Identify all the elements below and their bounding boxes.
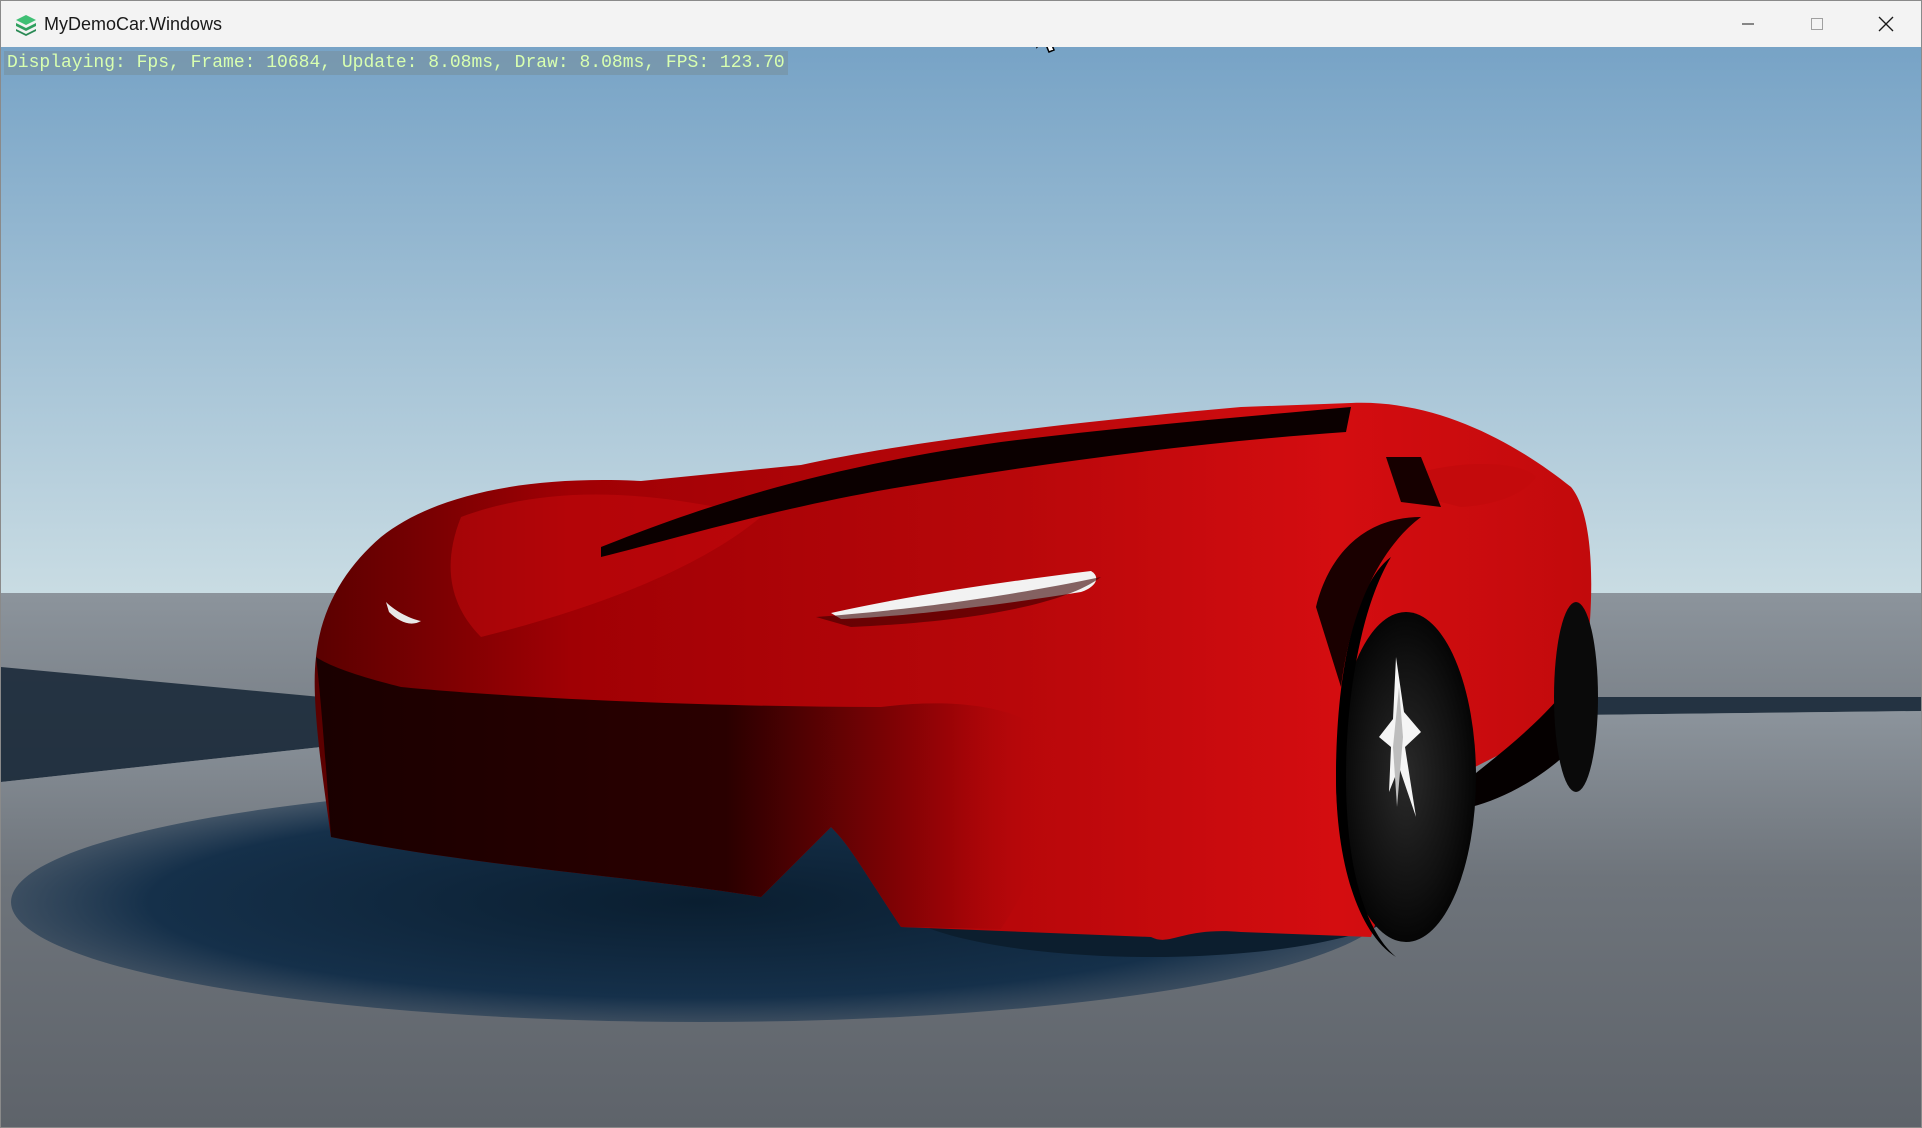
title-bar[interactable]: MyDemoCar.Windows	[1, 1, 1921, 47]
minimize-button[interactable]	[1713, 1, 1782, 47]
minimize-icon	[1741, 23, 1754, 25]
stride-logo-icon	[16, 15, 36, 36]
close-button[interactable]	[1851, 1, 1920, 47]
window-title: MyDemoCar.Windows	[44, 14, 223, 34]
fps-stats-overlay: Displaying: Fps, Frame: 10684, Update: 8…	[4, 51, 788, 75]
close-icon	[1878, 16, 1893, 32]
game-viewport[interactable]	[1, 47, 1921, 1127]
maximize-icon	[1810, 18, 1823, 30]
app-window: MyDemoCar.Windows Displaying: Fps, Frame…	[0, 0, 1922, 1128]
3d-scene	[1, 47, 1921, 1127]
mouse-cursor-icon	[1036, 47, 1055, 53]
maximize-button[interactable]	[1782, 1, 1851, 47]
